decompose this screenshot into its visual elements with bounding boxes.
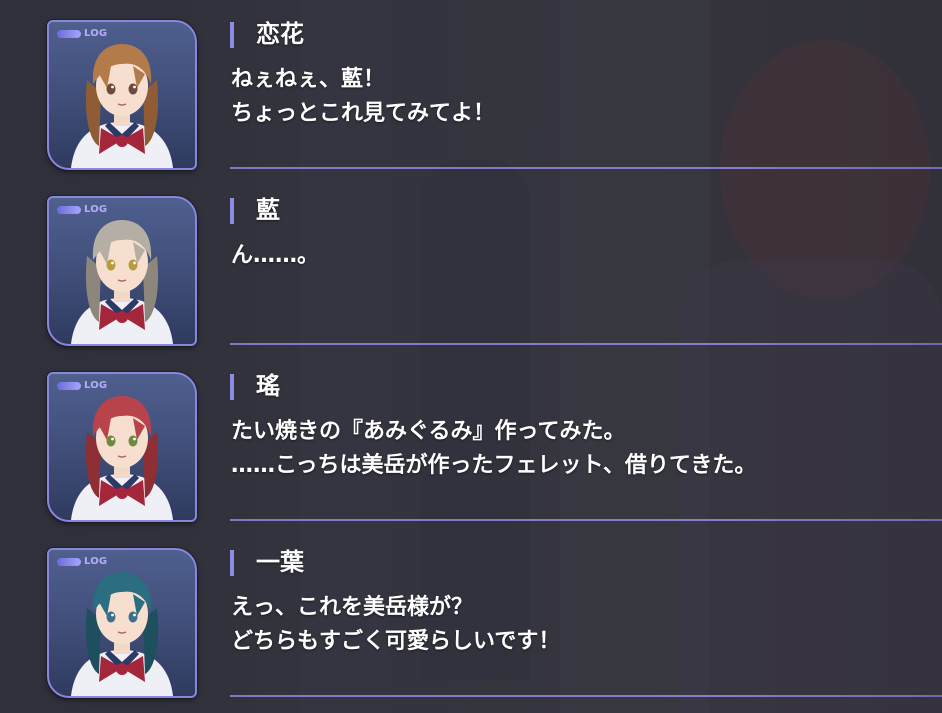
speaker-name: 瑤: [256, 372, 280, 400]
log-badge-label: LOG: [84, 556, 108, 567]
character-face-illustration: [71, 572, 173, 696]
name-accent-bar: [230, 22, 234, 48]
log-pill-icon: [57, 206, 81, 214]
dialogue-line: ちょっとこれ見てみてよ！: [231, 101, 496, 126]
log-entry: LOG 一葉 えっ、これを美岳様が？ どちらもすごく可愛らしいです！: [0, 528, 942, 704]
log-entry: LOG 恋花 ねぇねぇ、藍！ ちょっとこれ見てみてよ！: [0, 0, 942, 176]
name-accent-bar: [230, 374, 234, 400]
log-badge: LOG: [57, 380, 107, 392]
log-pill-icon: [57, 30, 81, 38]
dialogue-line: ん……。: [231, 243, 320, 268]
entry-divider: [230, 695, 942, 697]
speaker-portrait: LOG: [47, 196, 197, 346]
log-badge-label: LOG: [84, 28, 108, 39]
entry-divider: [230, 343, 942, 345]
speaker-portrait: LOG: [47, 548, 197, 698]
dialogue-line: どちらもすごく可愛らしいです！: [231, 629, 561, 654]
character-face-illustration: [71, 44, 173, 168]
dialogue-line: ねぇねぇ、藍！: [231, 67, 386, 92]
log-badge-label: LOG: [84, 204, 108, 215]
speaker-portrait: LOG: [47, 372, 197, 522]
dialogue-line: ……こっちは美岳が作ったフェレット、借りてきた。: [231, 453, 757, 478]
name-accent-bar: [230, 550, 234, 576]
speaker-name: 一葉: [256, 548, 304, 576]
speaker-portrait: LOG: [47, 20, 197, 170]
speaker-name: 恋花: [256, 20, 304, 48]
log-pill-icon: [57, 558, 81, 566]
entry-divider: [230, 167, 942, 169]
dialogue-line: たい焼きの『あみぐるみ』作ってみた。: [231, 419, 626, 444]
entry-divider: [230, 519, 942, 521]
speaker-name: 藍: [256, 196, 280, 224]
dialogue-line: えっ、これを美岳様が？: [231, 595, 474, 620]
name-accent-bar: [230, 198, 234, 224]
log-badge-label: LOG: [84, 380, 108, 391]
log-entry: LOG 藍 ん……。: [0, 176, 942, 352]
character-face-illustration: [71, 396, 173, 520]
log-badge: LOG: [57, 204, 107, 216]
log-badge: LOG: [57, 28, 107, 40]
character-face-illustration: [71, 220, 173, 344]
log-entry: LOG 瑤 たい焼きの『あみぐるみ』作ってみた。 ……こっちは美岳が作ったフェレ…: [0, 352, 942, 528]
log-pill-icon: [57, 382, 81, 390]
log-badge: LOG: [57, 556, 107, 568]
